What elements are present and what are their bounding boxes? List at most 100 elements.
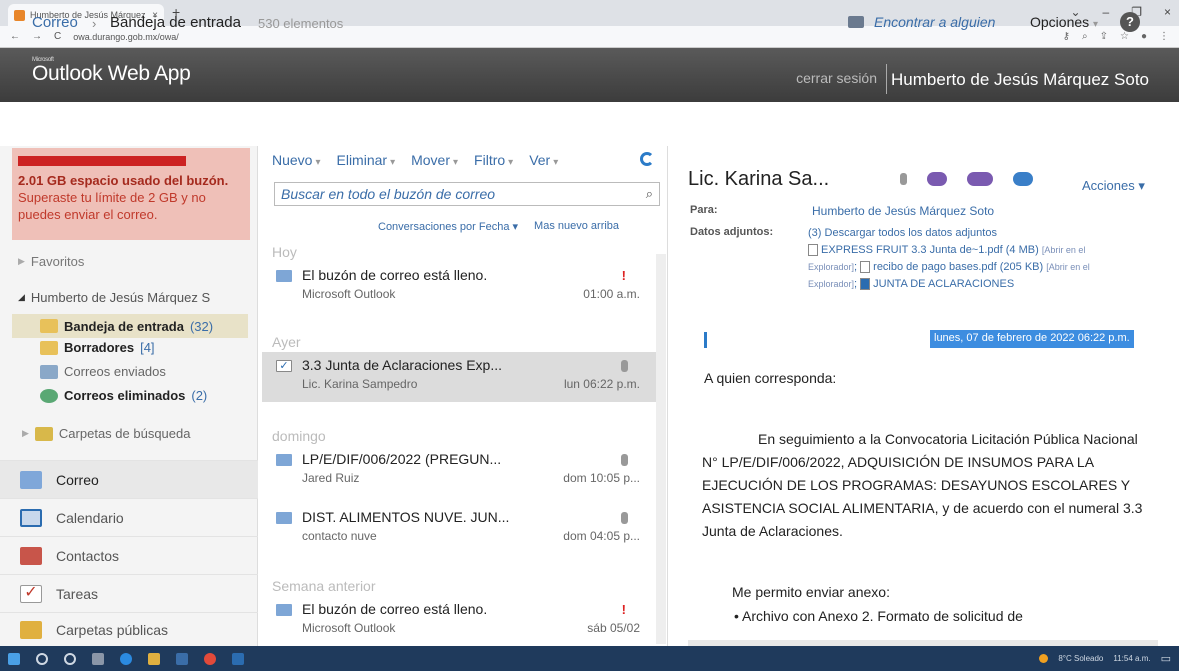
search-icon[interactable]: ⌕ bbox=[646, 186, 653, 202]
chevron-down-icon: ▾ bbox=[315, 157, 321, 168]
deleted-folder-icon bbox=[40, 388, 58, 403]
back-icon[interactable]: ← bbox=[10, 31, 20, 42]
delete-label: Eliminar bbox=[336, 152, 388, 168]
folder-inbox[interactable]: Bandeja de entrada (32) bbox=[12, 314, 248, 338]
checkbox-icon[interactable]: ✓ bbox=[276, 360, 292, 372]
pdf-icon bbox=[860, 261, 871, 274]
folder-label: Borradores bbox=[64, 340, 135, 355]
module-calendar[interactable]: Calendario bbox=[0, 498, 258, 536]
message-date: lunes, 07 de febrero de 2022 06:22 p.m. bbox=[930, 330, 1134, 348]
close-window-button[interactable]: × bbox=[1164, 5, 1171, 19]
actions-menu[interactable]: Acciones ▾ bbox=[1082, 178, 1145, 194]
search-icon[interactable] bbox=[36, 652, 48, 665]
user-name: Humberto de Jesús Márquez Soto bbox=[891, 70, 1149, 89]
reload-icon[interactable]: C bbox=[54, 31, 61, 42]
search-folders-node[interactable]: ▶ Carpetas de búsqueda bbox=[22, 426, 190, 441]
cortana-icon[interactable] bbox=[64, 652, 76, 665]
app-title: Outlook Web App bbox=[32, 62, 191, 85]
mail-app-icon[interactable] bbox=[176, 652, 188, 665]
message-subject: LP/E/DIF/006/2022 (PREGUN... bbox=[302, 451, 502, 467]
forward-icon[interactable]: → bbox=[32, 31, 42, 42]
sort-order-toggle[interactable]: Mas nuevo arriba bbox=[534, 220, 619, 233]
search-input[interactable] bbox=[281, 186, 646, 202]
filter-button[interactable]: Filtro ▾ bbox=[474, 152, 513, 168]
windows-start-icon[interactable] bbox=[8, 652, 20, 665]
attachment-link[interactable]: JUNTA DE ACLARACIONES bbox=[873, 278, 1014, 290]
reply-icon[interactable] bbox=[927, 172, 947, 186]
message-row[interactable]: DIST. ALIMENTOS NUVE. JUN... contacto nu… bbox=[262, 504, 666, 554]
drafts-folder-icon bbox=[40, 340, 58, 355]
help-icon[interactable]: ? bbox=[1120, 12, 1140, 32]
message-sender: Microsoft Outlook bbox=[302, 287, 396, 301]
find-someone-link[interactable]: Encontrar a alguien bbox=[874, 14, 995, 30]
message-row[interactable]: LP/E/DIF/006/2022 (PREGUN... Jared Ruiz … bbox=[262, 446, 666, 496]
profile-icon[interactable]: ● bbox=[1141, 31, 1147, 42]
minimize-button[interactable]: – bbox=[1103, 5, 1110, 19]
sort-by-dropdown[interactable]: Conversaciones por Fecha ▾ bbox=[378, 220, 518, 233]
module-tasks[interactable]: ✓ Tareas bbox=[0, 574, 258, 612]
favorites-label: Favoritos bbox=[30, 254, 85, 269]
account-node[interactable]: ◢ Humberto de Jesús Márquez S bbox=[18, 290, 210, 305]
item-count: 530 elementos bbox=[258, 16, 344, 31]
forward-icon[interactable] bbox=[1013, 172, 1033, 186]
file-explorer-icon[interactable] bbox=[148, 652, 160, 665]
reply-actions bbox=[900, 172, 1033, 186]
attachment-link[interactable]: recibo de pago bases.pdf (205 KB) bbox=[873, 261, 1043, 273]
menu-icon[interactable]: ⋮ bbox=[1159, 31, 1169, 42]
list-scrollbar[interactable] bbox=[656, 254, 666, 644]
quota-warning: 2.01 GB espacio usado del buzón. Superas… bbox=[12, 148, 250, 240]
notifications-icon[interactable]: ▭ bbox=[1161, 652, 1171, 665]
move-button[interactable]: Mover ▾ bbox=[411, 152, 458, 168]
module-contacts[interactable]: Contactos bbox=[0, 536, 258, 574]
public-folder-icon bbox=[20, 620, 42, 639]
account-label: Humberto de Jesús Márquez S bbox=[30, 290, 211, 305]
favorites-node[interactable]: ▶ Favoritos bbox=[18, 254, 84, 269]
delete-button[interactable]: Eliminar ▾ bbox=[337, 152, 396, 168]
zoom-icon[interactable]: ⌕ bbox=[1082, 31, 1088, 42]
envelope-icon bbox=[276, 270, 292, 282]
reply-all-icon[interactable] bbox=[967, 172, 993, 186]
star-icon[interactable]: ☆ bbox=[1120, 31, 1129, 42]
weather-text[interactable]: 8°C Soleado bbox=[1058, 654, 1103, 663]
address-book-icon[interactable] bbox=[848, 16, 864, 28]
windows-taskbar: 8°C Soleado 11:54 a.m. ▭ bbox=[0, 646, 1179, 671]
module-mail[interactable]: Correo bbox=[0, 460, 258, 498]
breadcrumb bbox=[0, 102, 1179, 146]
chrome-icon[interactable] bbox=[204, 652, 216, 665]
download-all-link[interactable]: Descargar todos los datos adjuntos bbox=[825, 227, 997, 239]
attachment-icon bbox=[900, 173, 907, 185]
share-icon[interactable]: ⇪ bbox=[1100, 31, 1108, 42]
folder-sent[interactable]: Correos enviados bbox=[40, 364, 166, 379]
edge-icon[interactable] bbox=[120, 652, 132, 665]
message-subject: El buzón de correo está lleno. bbox=[302, 267, 488, 283]
to-recipient[interactable]: Humberto de Jesús Márquez Soto bbox=[812, 204, 994, 218]
signout-link[interactable]: cerrar sesión bbox=[796, 70, 877, 86]
message-row-selected[interactable]: ✓ 3.3 Junta de Aclaraciones Exp... Lic. … bbox=[262, 352, 666, 402]
folder-deleted[interactable]: Correos eliminados (2) bbox=[40, 388, 207, 403]
clock[interactable]: 11:54 a.m. bbox=[1113, 654, 1150, 663]
folder-drafts[interactable]: Borradores [4] bbox=[40, 340, 155, 355]
message-sender: Jared Ruiz bbox=[302, 471, 360, 485]
module-public-folders[interactable]: Carpetas públicas bbox=[0, 612, 258, 646]
new-button[interactable]: Nuevo ▾ bbox=[272, 152, 321, 168]
mail-icon bbox=[20, 470, 42, 489]
group-header-yesterday: Ayer bbox=[272, 334, 301, 350]
view-label: Ver bbox=[529, 152, 551, 168]
breadcrumb-mail-link[interactable]: Correo bbox=[32, 14, 78, 31]
envelope-icon bbox=[276, 512, 292, 524]
task-view-icon[interactable] bbox=[92, 652, 104, 665]
message-row[interactable]: El buzón de correo está lleno. ! Microso… bbox=[262, 596, 666, 646]
message-sender: Lic. Karina Sampedro bbox=[302, 377, 418, 391]
sun-icon bbox=[1039, 654, 1049, 663]
view-button[interactable]: Ver ▾ bbox=[529, 152, 558, 168]
word-icon[interactable] bbox=[232, 652, 244, 665]
options-menu[interactable]: Opciones ▾ bbox=[1030, 14, 1098, 30]
attachment-link[interactable]: EXPRESS FRUIT 3.3 Junta de~1.pdf (4 MB) bbox=[821, 244, 1039, 256]
list-toolbar: Nuevo ▾ Eliminar ▾ Mover ▾ Filtro ▾ Ver ▾ bbox=[272, 152, 558, 168]
url-text[interactable]: owa.durango.gob.mx/owa/ bbox=[73, 32, 179, 42]
search-box: ⌕ bbox=[274, 182, 660, 206]
key-icon[interactable]: ⚷ bbox=[1063, 31, 1070, 42]
message-row[interactable]: El buzón de correo está lleno. ! Microso… bbox=[262, 262, 666, 312]
refresh-icon[interactable] bbox=[640, 152, 654, 166]
calendar-icon bbox=[20, 508, 42, 527]
